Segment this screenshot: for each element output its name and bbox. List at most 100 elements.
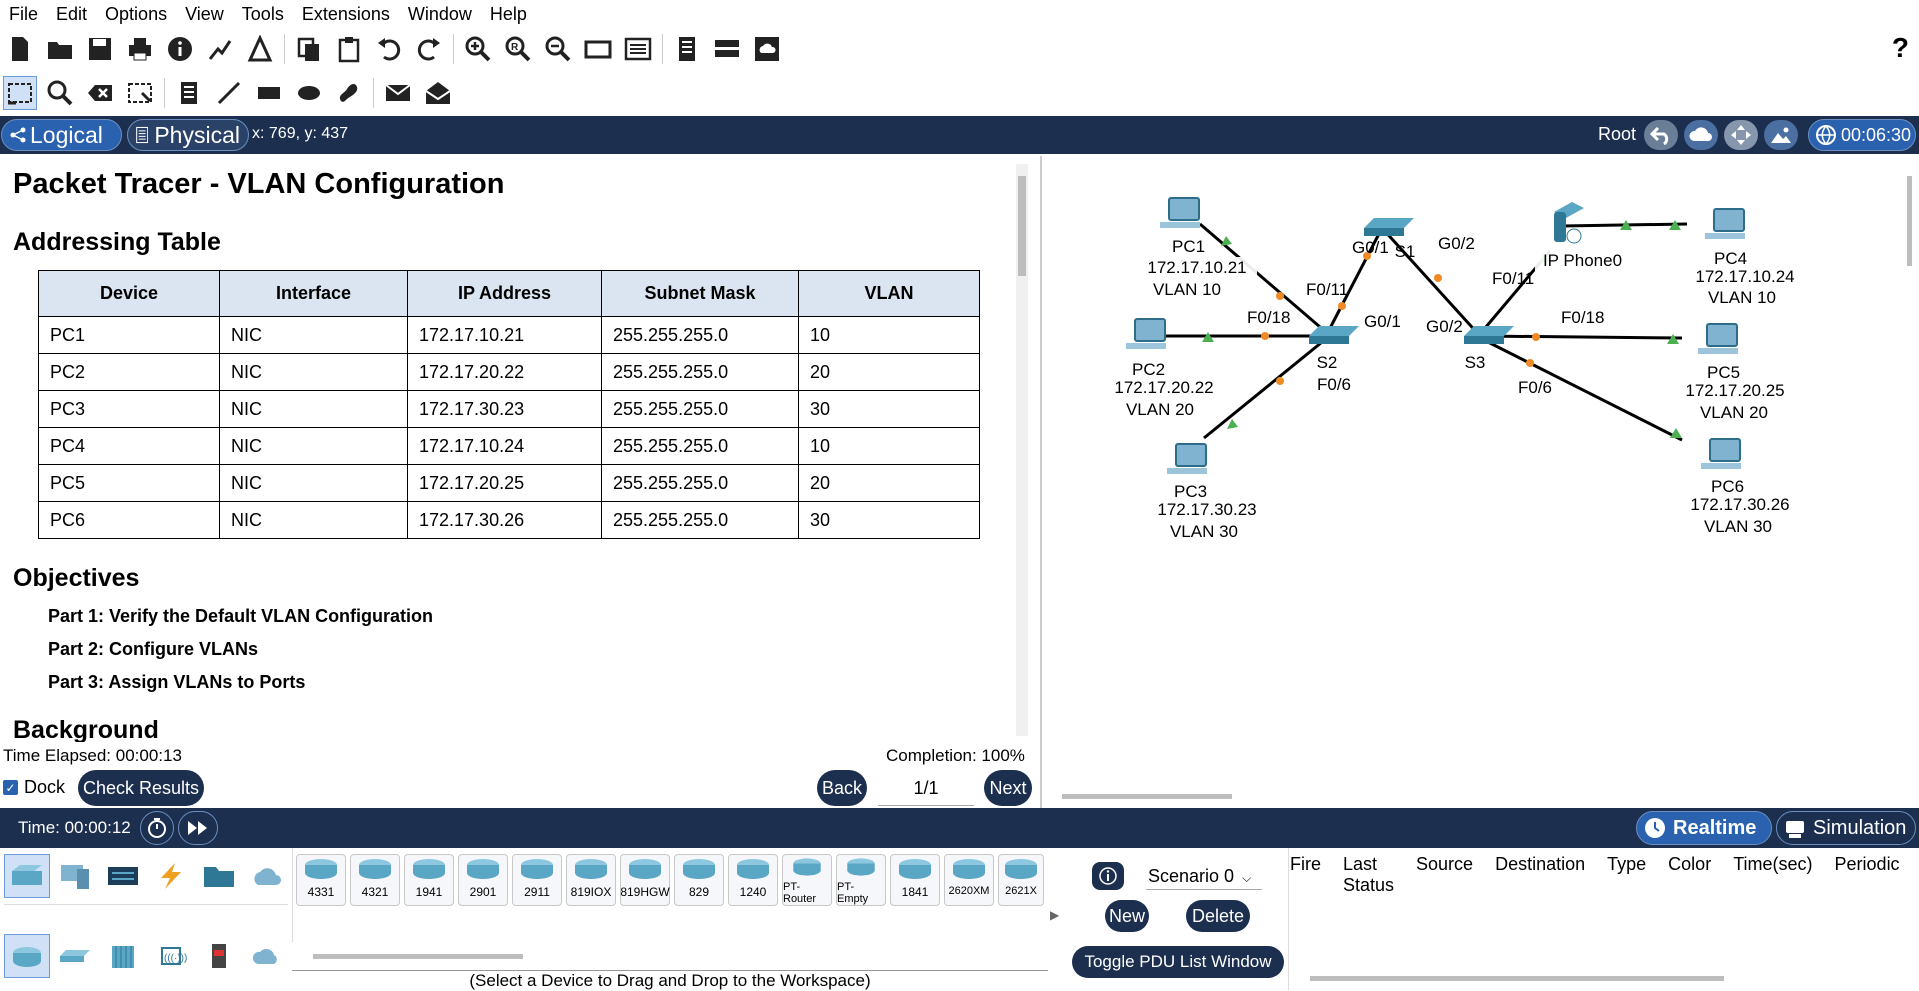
- scenario-info-icon[interactable]: [1092, 862, 1124, 890]
- scenario-select[interactable]: Scenario 0 ⌵: [1146, 862, 1262, 890]
- pc4-icon[interactable]: [1705, 208, 1745, 239]
- routers-subcategory[interactable]: [4, 934, 50, 978]
- menu-view[interactable]: View: [176, 0, 233, 28]
- open-folder-icon[interactable]: [43, 32, 77, 66]
- paste-icon[interactable]: [332, 32, 366, 66]
- device-model-829[interactable]: 829: [674, 854, 724, 906]
- freeform-icon[interactable]: [332, 76, 366, 110]
- network-info-icon[interactable]: [203, 32, 237, 66]
- cloud-cluster-icon[interactable]: [1684, 120, 1718, 150]
- next-button[interactable]: Next: [984, 770, 1032, 806]
- zoom-out-icon[interactable]: [541, 32, 575, 66]
- device-model-2911[interactable]: 2911: [512, 854, 562, 906]
- zoom-reset-icon[interactable]: R: [501, 32, 535, 66]
- move-icon[interactable]: [1724, 120, 1758, 150]
- components-category[interactable]: [100, 854, 146, 898]
- tab-physical[interactable]: Physical: [127, 119, 249, 151]
- background-image-icon[interactable]: [1764, 120, 1798, 150]
- menu-window[interactable]: Window: [399, 0, 481, 28]
- info-icon[interactable]: [163, 32, 197, 66]
- wireless-subcategory[interactable]: (((·))): [148, 934, 194, 978]
- copy-icon[interactable]: [292, 32, 326, 66]
- logical-workspace[interactable]: PC1 172.17.10.21 VLAN 10 PC2 172.17.20.2…: [1040, 156, 1919, 808]
- switch-s1-icon[interactable]: [1364, 218, 1414, 236]
- activity-wizard-icon[interactable]: [243, 32, 277, 66]
- device-model-1240[interactable]: 1240: [728, 854, 778, 906]
- switches-subcategory[interactable]: [52, 934, 98, 978]
- place-note-icon[interactable]: [172, 76, 206, 110]
- hubs-subcategory[interactable]: [100, 934, 146, 978]
- device-model-4321[interactable]: 4321: [350, 854, 400, 906]
- delete-tool-icon[interactable]: [83, 76, 117, 110]
- device-model-1941[interactable]: 1941: [404, 854, 454, 906]
- device-model-2621x[interactable]: 2621X: [998, 854, 1044, 906]
- end-devices-category[interactable]: [52, 854, 98, 898]
- viewport-clock-button[interactable]: 00:06:30: [1808, 119, 1916, 151]
- menu-edit[interactable]: Edit: [47, 0, 96, 28]
- realtime-mode-button[interactable]: Realtime: [1636, 811, 1772, 845]
- pc3-icon[interactable]: [1167, 443, 1207, 474]
- select-tool-icon[interactable]: [3, 76, 37, 110]
- switch-s2-icon[interactable]: [1309, 326, 1359, 344]
- device-template-icon[interactable]: [710, 32, 744, 66]
- pc1-icon[interactable]: [1160, 197, 1200, 228]
- wan-emulation-subcategory[interactable]: [244, 934, 290, 978]
- menu-file[interactable]: File: [0, 0, 47, 28]
- toggle-pdu-list-button[interactable]: Toggle PDU List Window: [1072, 946, 1284, 978]
- viewport-icon[interactable]: [670, 32, 704, 66]
- multiuser-category[interactable]: [244, 854, 290, 898]
- draw-ellipse-icon[interactable]: [292, 76, 326, 110]
- draw-rectangle-icon[interactable]: [252, 76, 286, 110]
- fast-forward-icon[interactable]: [178, 811, 218, 845]
- menu-options[interactable]: Options: [96, 0, 176, 28]
- workspace-v-scroll-thumb[interactable]: [1907, 176, 1912, 266]
- new-file-icon[interactable]: [3, 32, 37, 66]
- redo-icon[interactable]: [412, 32, 446, 66]
- miscellaneous-category[interactable]: [196, 854, 242, 898]
- custom-device-icon[interactable]: [621, 32, 655, 66]
- undo-icon[interactable]: [372, 32, 406, 66]
- delete-scenario-button[interactable]: Delete: [1186, 900, 1250, 932]
- pc5-icon[interactable]: [1698, 323, 1738, 354]
- menu-extensions[interactable]: Extensions: [293, 0, 399, 28]
- device-model-pt-empty[interactable]: PT-Empty: [836, 854, 886, 906]
- security-subcategory[interactable]: [196, 934, 242, 978]
- device-model-pt-router[interactable]: PT-Router: [782, 854, 832, 906]
- menu-tools[interactable]: Tools: [233, 0, 293, 28]
- zoom-in-icon[interactable]: [461, 32, 495, 66]
- tab-logical[interactable]: Logical: [1, 119, 122, 151]
- drawing-palette-icon[interactable]: [581, 32, 615, 66]
- reset-time-icon[interactable]: [140, 811, 174, 845]
- pdu-scroll-thumb[interactable]: [1310, 976, 1724, 981]
- instructions-scrollbar[interactable]: [1016, 164, 1028, 736]
- add-simple-pdu-icon[interactable]: [381, 76, 415, 110]
- device-model-2901[interactable]: 2901: [458, 854, 508, 906]
- collapse-arrow-icon[interactable]: ▶: [1050, 908, 1059, 922]
- print-icon[interactable]: [123, 32, 157, 66]
- device-model-4331[interactable]: 4331: [296, 854, 346, 906]
- network-devices-category[interactable]: [4, 854, 50, 898]
- inspect-tool-icon[interactable]: [43, 76, 77, 110]
- device-model-2620xm[interactable]: 2620XM: [944, 854, 994, 906]
- menu-help[interactable]: Help: [481, 0, 536, 28]
- new-scenario-button[interactable]: New: [1105, 900, 1149, 932]
- pt-cloud-icon[interactable]: [750, 32, 784, 66]
- ip-phone-icon[interactable]: [1554, 202, 1584, 244]
- simulation-mode-button[interactable]: Simulation: [1776, 811, 1916, 845]
- draw-line-icon[interactable]: [212, 76, 246, 110]
- check-results-button[interactable]: Check Results: [78, 770, 204, 806]
- add-complex-pdu-icon[interactable]: [421, 76, 455, 110]
- pc2-icon[interactable]: [1126, 318, 1166, 349]
- connections-category[interactable]: [148, 854, 194, 898]
- help-button[interactable]: ?: [1892, 32, 1909, 64]
- device-model-819iox[interactable]: 819IOX: [566, 854, 616, 906]
- device-strip-scroll-thumb[interactable]: [313, 954, 523, 959]
- device-model-819hgw[interactable]: 819HGW: [620, 854, 670, 906]
- back-button[interactable]: Back: [817, 770, 867, 806]
- save-icon[interactable]: [83, 32, 117, 66]
- pc6-icon[interactable]: [1701, 438, 1741, 469]
- workspace-h-scroll-thumb[interactable]: [1062, 794, 1232, 799]
- dock-checkbox[interactable]: ✓: [3, 780, 18, 795]
- resize-tool-icon[interactable]: [123, 76, 157, 110]
- device-model-1841[interactable]: 1841: [890, 854, 940, 906]
